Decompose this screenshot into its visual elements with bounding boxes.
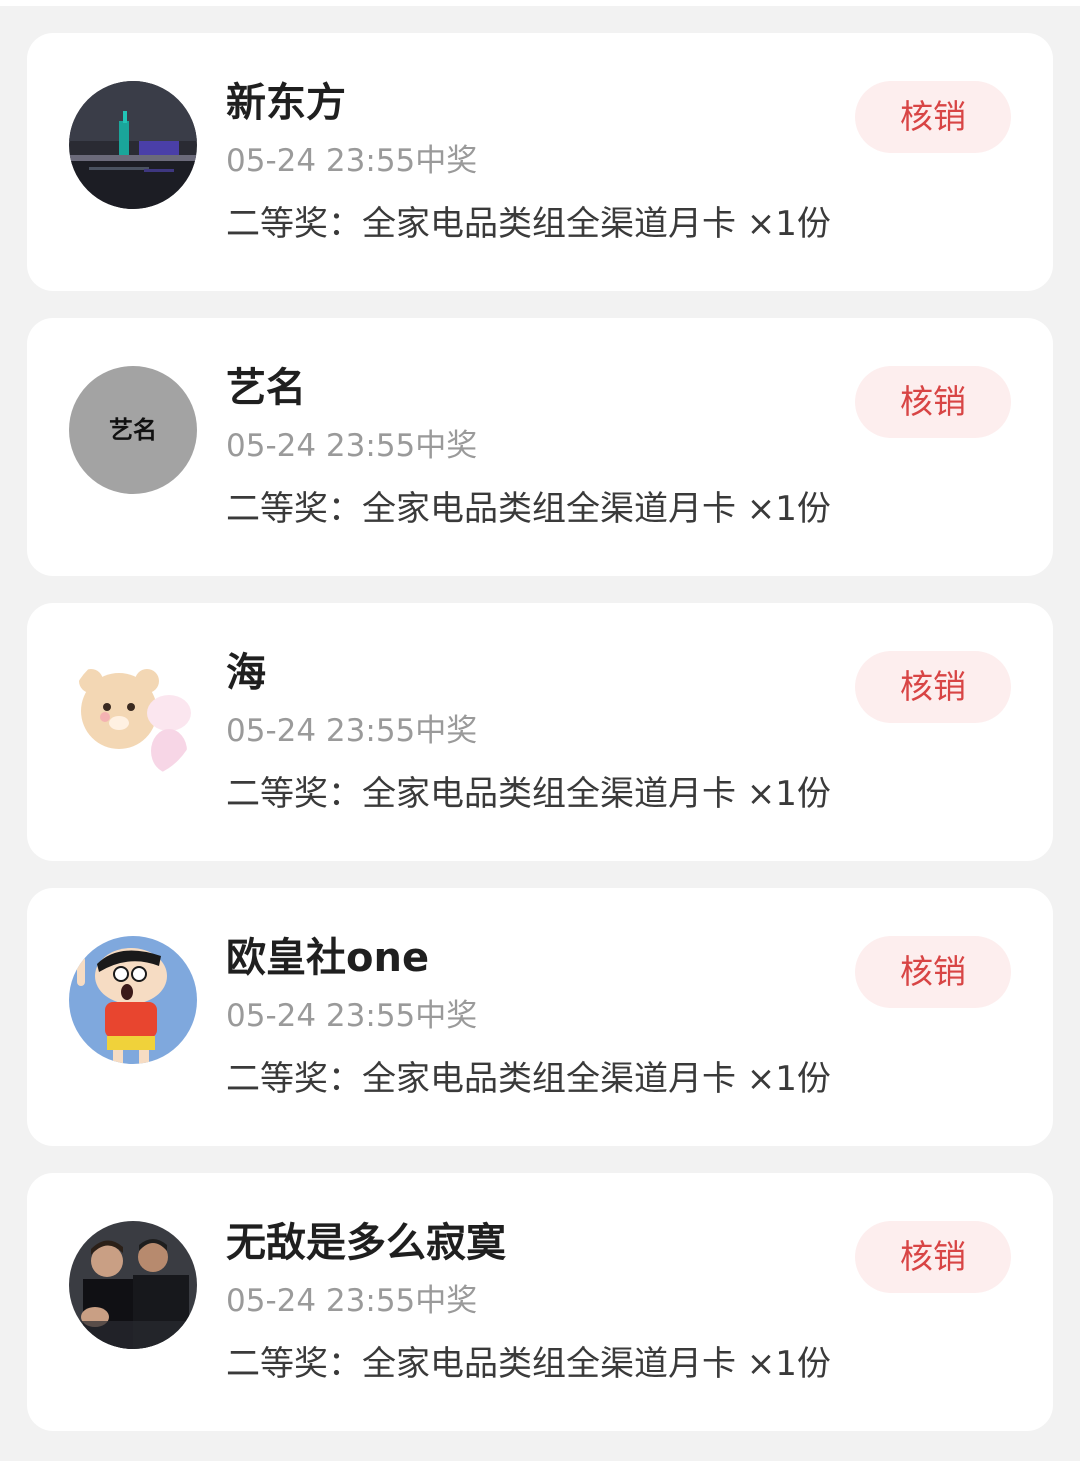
win-time: 05-24 23:55中奖: [226, 713, 478, 749]
winner-name: 新东方: [226, 80, 346, 126]
win-time: 05-24 23:55中奖: [226, 1283, 478, 1319]
winner-card: 海 05-24 23:55中奖 二等奖：全家电品类组全渠道月卡 ×1份 核销: [27, 603, 1053, 861]
prize-text: 二等奖：全家电品类组全渠道月卡 ×1份: [226, 1059, 831, 1099]
avatar[interactable]: [69, 651, 197, 779]
avatar[interactable]: [69, 936, 197, 1064]
prize-text: 二等奖：全家电品类组全渠道月卡 ×1份: [226, 1344, 831, 1384]
night-city-photo-icon: [69, 81, 197, 209]
calligraphy-text-avatar-icon: 艺名: [69, 366, 197, 494]
redeem-button[interactable]: 核销: [855, 1221, 1011, 1293]
prize-text: 二等奖：全家电品类组全渠道月卡 ×1份: [226, 204, 831, 244]
redeem-button[interactable]: 核销: [855, 651, 1011, 723]
avatar[interactable]: 艺名: [69, 366, 197, 494]
cartoon-bear-avatar-icon: [69, 651, 197, 779]
svg-text:艺名: 艺名: [109, 415, 157, 444]
winner-name: 海: [226, 650, 266, 696]
winner-name: 艺名: [226, 365, 306, 411]
top-strip: [0, 0, 1080, 6]
win-time: 05-24 23:55中奖: [226, 428, 478, 464]
redeem-button[interactable]: 核销: [855, 936, 1011, 1008]
winner-card: 欧皇社one 05-24 23:55中奖 二等奖：全家电品类组全渠道月卡 ×1份…: [27, 888, 1053, 1146]
winner-name: 无敌是多么寂寞: [226, 1220, 506, 1266]
people-photo-avatar-icon: [69, 1221, 197, 1349]
win-time: 05-24 23:55中奖: [226, 998, 478, 1034]
avatar[interactable]: [69, 81, 197, 209]
avatar[interactable]: [69, 1221, 197, 1349]
redeem-button[interactable]: 核销: [855, 366, 1011, 438]
winner-card: 新东方 05-24 23:55中奖 二等奖：全家电品类组全渠道月卡 ×1份 核销: [27, 33, 1053, 291]
prize-text: 二等奖：全家电品类组全渠道月卡 ×1份: [226, 489, 831, 529]
prize-text: 二等奖：全家电品类组全渠道月卡 ×1份: [226, 774, 831, 814]
winner-card: 艺名 艺名 05-24 23:55中奖 二等奖：全家电品类组全渠道月卡 ×1份 …: [27, 318, 1053, 576]
winner-name: 欧皇社one: [226, 935, 430, 981]
redeem-button[interactable]: 核销: [855, 81, 1011, 153]
win-time: 05-24 23:55中奖: [226, 143, 478, 179]
cartoon-boy-avatar-icon: [69, 936, 197, 1064]
winner-card: 无敌是多么寂寞 05-24 23:55中奖 二等奖：全家电品类组全渠道月卡 ×1…: [27, 1173, 1053, 1431]
